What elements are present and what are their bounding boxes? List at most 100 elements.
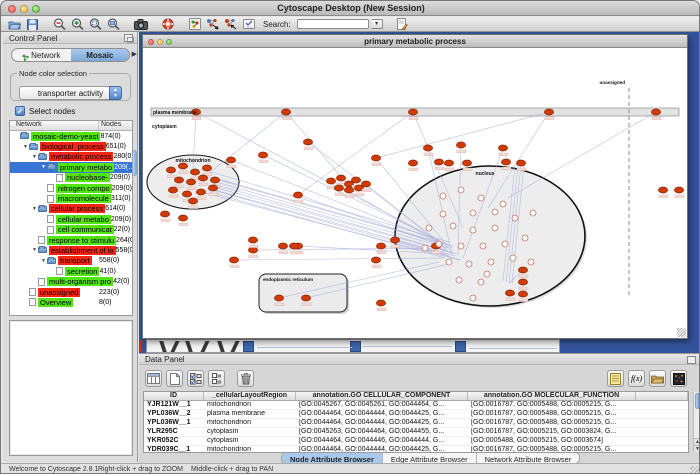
nucleus-node[interactable] [458, 187, 464, 193]
tree-row[interactable]: secretion41(0) [10, 266, 132, 276]
network-node[interactable] [351, 177, 360, 183]
network-node[interactable] [334, 185, 343, 191]
help-lifering-icon[interactable] [160, 18, 175, 31]
attribute-list-icon[interactable] [607, 370, 624, 387]
create-attribute-icon[interactable] [166, 370, 183, 387]
network-node[interactable] [408, 109, 417, 115]
import-attributes-folder-icon[interactable] [649, 370, 666, 387]
nucleus-node[interactable] [502, 241, 508, 247]
network-node[interactable] [258, 152, 267, 158]
tab-mosaic[interactable]: Mosaic [71, 49, 130, 61]
open-session-icon[interactable] [7, 18, 22, 31]
nucleus-node[interactable] [440, 193, 446, 199]
network-node[interactable] [174, 177, 183, 183]
nucleus-node[interactable] [422, 245, 428, 251]
table-row[interactable]: YPL036W__1mitochondrion[GO:0044464, GO:0… [144, 419, 688, 428]
nucleus-node[interactable] [446, 259, 452, 265]
tree-row[interactable]: ▼cellular process614(0) [10, 204, 132, 214]
network-node[interactable] [278, 243, 287, 249]
network-node[interactable] [186, 179, 195, 185]
network-node[interactable] [674, 187, 683, 193]
network-node[interactable] [518, 291, 527, 297]
nucleus-node[interactable] [470, 227, 476, 233]
nucleus-node[interactable] [470, 295, 476, 301]
nucleus-node[interactable] [450, 223, 456, 229]
network-node[interactable] [248, 237, 257, 243]
advanced-search-icon[interactable] [395, 18, 410, 31]
search-dropdown-arrow-icon[interactable]: ▾ [372, 19, 383, 29]
network-frame-titlebar[interactable]: primary metabolic process [143, 35, 687, 48]
search-input[interactable] [297, 19, 369, 29]
network-node[interactable] [651, 109, 660, 115]
nucleus-node[interactable] [512, 215, 518, 221]
nucleus-node[interactable] [522, 235, 528, 241]
table-row[interactable]: YJR121W__1mitochondrion[GO:0045267, GO:0… [144, 401, 688, 410]
tree-row[interactable]: mosaic-demo-yeast874(0) [10, 131, 132, 141]
data-panel-float-icon[interactable] [687, 356, 696, 364]
tree-row[interactable]: ▼metabolic process280(0) [10, 152, 132, 162]
nucleus-node[interactable] [456, 277, 462, 283]
tree-row[interactable]: cell communicat22(0) [10, 225, 132, 235]
tree-row[interactable]: cellular metabo209(0) [10, 214, 132, 224]
network-node[interactable] [376, 243, 385, 249]
table-row[interactable]: YLR295Ccytoplasm[GO:0045263, GO:0044464,… [144, 428, 688, 437]
nucleus-node[interactable] [528, 259, 534, 265]
network-node[interactable] [498, 145, 507, 151]
network-node[interactable] [376, 300, 385, 306]
nucleus-node[interactable] [530, 210, 536, 216]
save-session-icon[interactable] [25, 18, 40, 31]
select-all-attributes-icon[interactable] [187, 370, 204, 387]
select-attributes-icon[interactable] [145, 370, 162, 387]
network-node[interactable] [505, 290, 514, 296]
tab-network[interactable]: Network [12, 49, 71, 61]
table-column-header[interactable]: ID [144, 392, 204, 400]
network-canvas[interactable]: plasma membranecytoplasmmitochondrionnuc… [143, 48, 687, 339]
scroll-up-arrow-icon[interactable]: ▲ [694, 438, 700, 445]
network-edge[interactable] [508, 112, 656, 198]
network-node[interactable] [208, 185, 217, 191]
network-node[interactable] [361, 181, 370, 187]
network-node[interactable] [518, 267, 527, 273]
nucleus-node[interactable] [436, 241, 442, 247]
background-network-frame[interactable] [146, 339, 560, 353]
nucleus-node[interactable] [478, 279, 484, 285]
tree-row[interactable]: ▼establishment of lo558(0) [10, 245, 132, 255]
network-node[interactable] [182, 191, 191, 197]
tab-overflow-arrow[interactable]: ▶ [132, 50, 137, 58]
nucleus-node[interactable] [480, 243, 486, 249]
network-node[interactable] [196, 189, 205, 195]
network-node[interactable] [281, 109, 290, 115]
export-network-icon[interactable] [223, 18, 238, 31]
network-node[interactable] [516, 160, 525, 166]
tree-row[interactable]: ▼biological_process651(0) [10, 141, 132, 151]
nucleus-node[interactable] [466, 261, 472, 267]
network-node[interactable] [178, 215, 187, 221]
nucleus-node[interactable] [492, 209, 498, 215]
tree-row[interactable]: ▼transport558(0) [10, 256, 132, 266]
nucleus-node[interactable] [484, 271, 490, 277]
network-node[interactable] [160, 211, 169, 217]
network-node[interactable] [408, 160, 417, 166]
tree-row[interactable]: macromolecule311(0) [10, 193, 132, 203]
nucleus-node[interactable] [492, 225, 498, 231]
network-node[interactable] [274, 295, 283, 301]
table-row[interactable]: YKR052Ccytoplasm[GO:0044464, GO:0044446,… [144, 437, 688, 446]
network-node[interactable] [423, 145, 432, 151]
tree-row[interactable]: nucleobase-209(0) [10, 173, 132, 183]
zoom-in-icon[interactable] [70, 18, 85, 31]
zoom-selected-icon[interactable] [88, 18, 103, 31]
nucleus-node[interactable] [500, 201, 506, 207]
network-node[interactable] [301, 295, 310, 301]
network-node[interactable] [293, 192, 302, 198]
table-row[interactable]: YPL036W__2plasma membrane[GO:0044464, GO… [144, 410, 688, 419]
tab-network-attribute-browser[interactable]: Network Attribute Browser [477, 453, 580, 463]
network-node[interactable] [248, 247, 257, 253]
network-node[interactable] [198, 175, 207, 181]
tab-edge-attribute-browser[interactable]: Edge Attribute Browser [383, 453, 477, 463]
network-node[interactable] [456, 142, 465, 148]
vizmapper-icon[interactable] [187, 18, 202, 31]
formula-builder-icon[interactable]: f(x) [628, 370, 645, 387]
scroll-down-arrow-icon[interactable]: ▼ [694, 445, 700, 452]
network-node[interactable] [444, 160, 453, 166]
delete-attribute-trash-icon[interactable] [237, 370, 254, 387]
